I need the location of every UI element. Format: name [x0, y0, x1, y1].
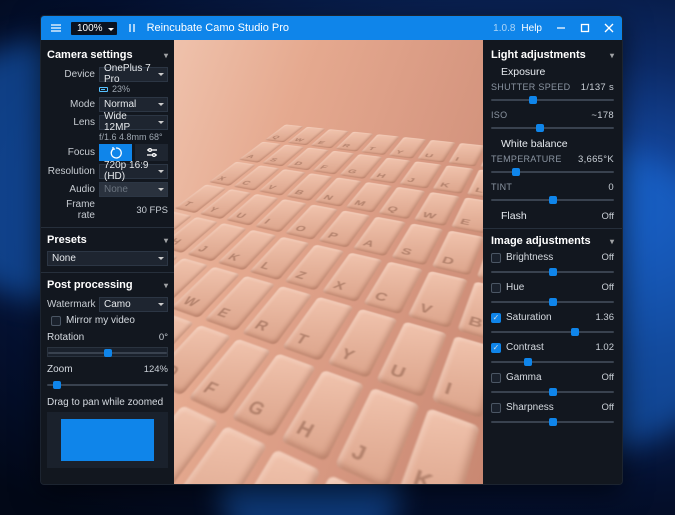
shutter-speed-label: SHUTTER SPEED: [491, 82, 570, 93]
light-adjustments-header[interactable]: Light adjustments▾: [491, 49, 614, 61]
frame-rate-label: Frame rate: [47, 199, 95, 221]
gamma-checkbox[interactable]: GammaOff: [491, 372, 614, 383]
flash-link[interactable]: FlashOff: [501, 210, 614, 222]
white-balance-link[interactable]: White balance: [501, 138, 614, 150]
post-processing-header[interactable]: Post processing▾: [47, 279, 168, 291]
resolution-select[interactable]: 720p 16:9 (HD): [99, 164, 168, 179]
tint-slider[interactable]: [491, 194, 614, 206]
mode-label: Mode: [47, 99, 95, 110]
titlebar-zoom-dropdown[interactable]: 100%: [71, 22, 117, 35]
sharpness-value: Off: [602, 402, 615, 413]
contrast-checkbox[interactable]: ✓Contrast1.02: [491, 342, 614, 353]
saturation-checkbox[interactable]: ✓Saturation1.36: [491, 312, 614, 323]
rotation-slider[interactable]: [47, 347, 168, 357]
frame-rate-value: 30 FPS: [136, 205, 168, 216]
hue-value: Off: [602, 282, 615, 293]
presets-header[interactable]: Presets▾: [47, 234, 168, 246]
gamma-slider[interactable]: [491, 386, 614, 398]
close-icon[interactable]: [598, 17, 620, 39]
titlebar: 100% Reincubate Camo Studio Pro 1.0.8 He…: [41, 16, 622, 40]
pan-area[interactable]: [47, 412, 168, 468]
lens-spec: f/1.6 4.8mm 68°: [47, 132, 168, 142]
zoom-slider[interactable]: [47, 379, 168, 391]
left-panel: Camera settings▾ Device OnePlus 7 Pro 23…: [41, 40, 174, 484]
sharpness-slider[interactable]: [491, 416, 614, 428]
tint-label: TINT: [491, 182, 512, 193]
video-preview[interactable]: QWERTYUIOPASDFGHJKLZXCVBNMQWERTYUIOPASDF…: [174, 40, 483, 484]
temperature-label: TEMPERATURE: [491, 154, 562, 165]
battery-icon: [99, 87, 108, 92]
rotation-value: 0°: [159, 332, 168, 343]
help-button[interactable]: Help: [521, 23, 542, 34]
lens-select[interactable]: Wide 12MP: [99, 115, 168, 130]
iso-slider[interactable]: [491, 122, 614, 134]
autofocus-button[interactable]: [99, 144, 132, 161]
temperature-slider[interactable]: [491, 166, 614, 178]
device-label: Device: [47, 69, 95, 80]
contrast-value: 1.02: [596, 342, 615, 353]
version-label: 1.0.8: [493, 23, 515, 34]
brightness-value: Off: [602, 252, 615, 263]
brightness-checkbox[interactable]: BrightnessOff: [491, 252, 614, 263]
app-title: Reincubate Camo Studio Pro: [147, 22, 289, 34]
flash-value: Off: [602, 211, 615, 222]
pan-hint: Drag to pan while zoomed: [47, 397, 168, 408]
watermark-label: Watermark: [47, 299, 95, 310]
gamma-value: Off: [602, 372, 615, 383]
camera-settings-header[interactable]: Camera settings▾: [47, 49, 168, 61]
image-adjustments-header[interactable]: Image adjustments▾: [491, 235, 614, 247]
app-window: 100% Reincubate Camo Studio Pro 1.0.8 He…: [40, 15, 623, 485]
device-select[interactable]: OnePlus 7 Pro: [99, 67, 168, 82]
menu-icon[interactable]: [45, 17, 67, 39]
hue-slider[interactable]: [491, 296, 614, 308]
hue-checkbox[interactable]: HueOff: [491, 282, 614, 293]
iso-value: ~178: [591, 110, 614, 121]
zoom-value: 124%: [144, 364, 168, 375]
watermark-select[interactable]: Camo: [99, 297, 168, 312]
mirror-video-checkbox[interactable]: Mirror my video: [47, 315, 168, 326]
shutter-speed-value: 1/137 s: [581, 82, 614, 93]
audio-select[interactable]: None: [99, 182, 168, 197]
right-panel: Light adjustments▾ Exposure SHUTTER SPEE…: [483, 40, 622, 484]
exposure-link[interactable]: Exposure: [501, 66, 614, 78]
focus-label: Focus: [47, 147, 95, 158]
audio-label: Audio: [47, 184, 95, 195]
focus-sliders-button[interactable]: [135, 144, 168, 161]
pause-icon[interactable]: [121, 17, 143, 39]
rotation-label: Rotation: [47, 332, 84, 343]
shutter-speed-slider[interactable]: [491, 94, 614, 106]
saturation-slider[interactable]: [491, 326, 614, 338]
contrast-slider[interactable]: [491, 356, 614, 368]
mode-select[interactable]: Normal: [99, 97, 168, 112]
brightness-slider[interactable]: [491, 266, 614, 278]
lens-label: Lens: [47, 117, 95, 128]
tint-value: 0: [608, 182, 614, 193]
preset-select[interactable]: None: [47, 251, 168, 266]
iso-label: ISO: [491, 110, 507, 121]
resolution-label: Resolution: [47, 166, 95, 177]
battery-info: 23%: [47, 84, 168, 94]
temperature-value: 3,665°K: [578, 154, 614, 165]
maximize-icon[interactable]: [574, 17, 596, 39]
minimize-icon[interactable]: [550, 17, 572, 39]
saturation-value: 1.36: [596, 312, 615, 323]
zoom-label: Zoom: [47, 364, 73, 375]
sharpness-checkbox[interactable]: SharpnessOff: [491, 402, 614, 413]
